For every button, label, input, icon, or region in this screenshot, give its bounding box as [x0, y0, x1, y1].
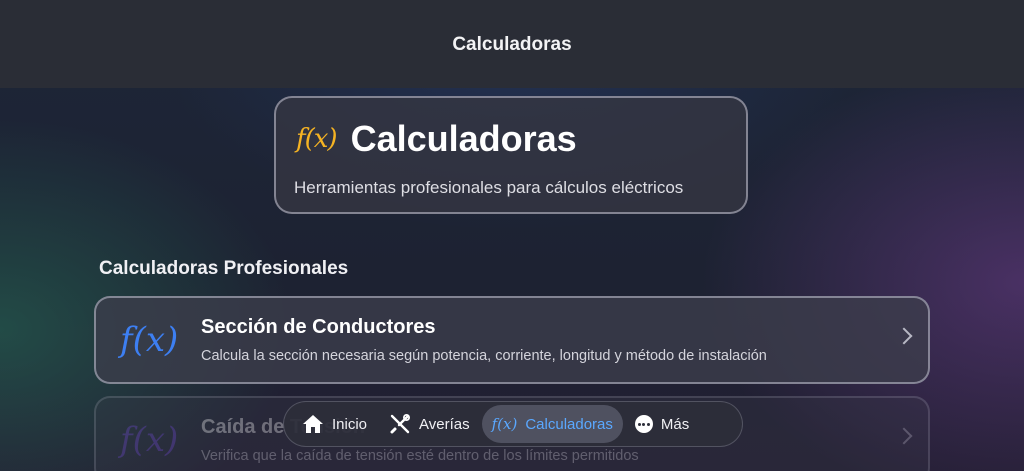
- navigation-bar: Calculadoras: [0, 0, 1024, 88]
- tab-label: Más: [660, 415, 690, 433]
- section-title: Calculadoras Profesionales: [99, 258, 349, 279]
- card-title: Sección de Conductores: [201, 316, 436, 338]
- tools-icon: [390, 414, 411, 434]
- tab-inicio[interactable]: Inicio: [292, 405, 377, 443]
- tab-averias[interactable]: Averías: [379, 405, 480, 443]
- hero-title-row: f(x) Calculadoras: [296, 118, 577, 160]
- function-icon: f(x): [491, 415, 518, 433]
- hero-card: f(x) Calculadoras Herramientas profesion…: [274, 96, 748, 214]
- function-icon: f(x): [120, 320, 179, 360]
- more-icon: [634, 415, 653, 433]
- page-title: Calculadoras: [452, 34, 572, 55]
- tab-label: Calculadoras: [525, 415, 613, 433]
- hero-title: Calculadoras: [350, 118, 577, 159]
- chevron-right-icon: [895, 427, 913, 445]
- chevron-right-icon: [895, 327, 913, 345]
- tab-label: Inicio: [332, 415, 368, 433]
- home-icon: [303, 415, 323, 433]
- card-description: Calcula la sección necesaria según poten…: [201, 348, 767, 364]
- tab-calculadoras[interactable]: f(x) Calculadoras: [481, 405, 623, 443]
- tab-label: Averías: [419, 415, 470, 433]
- tab-bar: Inicio Averías f(x) Calculadoras Más: [283, 401, 743, 447]
- card-description: Verifica que la caída de tensión esté de…: [201, 448, 639, 464]
- calculator-card-conductor-section[interactable]: f(x) Sección de Conductores Calcula la s…: [94, 296, 930, 384]
- function-icon: f(x): [296, 124, 338, 154]
- tab-mas[interactable]: Más: [625, 405, 699, 443]
- hero-subtitle: Herramientas profesionales para cálculos…: [294, 178, 684, 197]
- function-icon: f(x): [120, 420, 179, 460]
